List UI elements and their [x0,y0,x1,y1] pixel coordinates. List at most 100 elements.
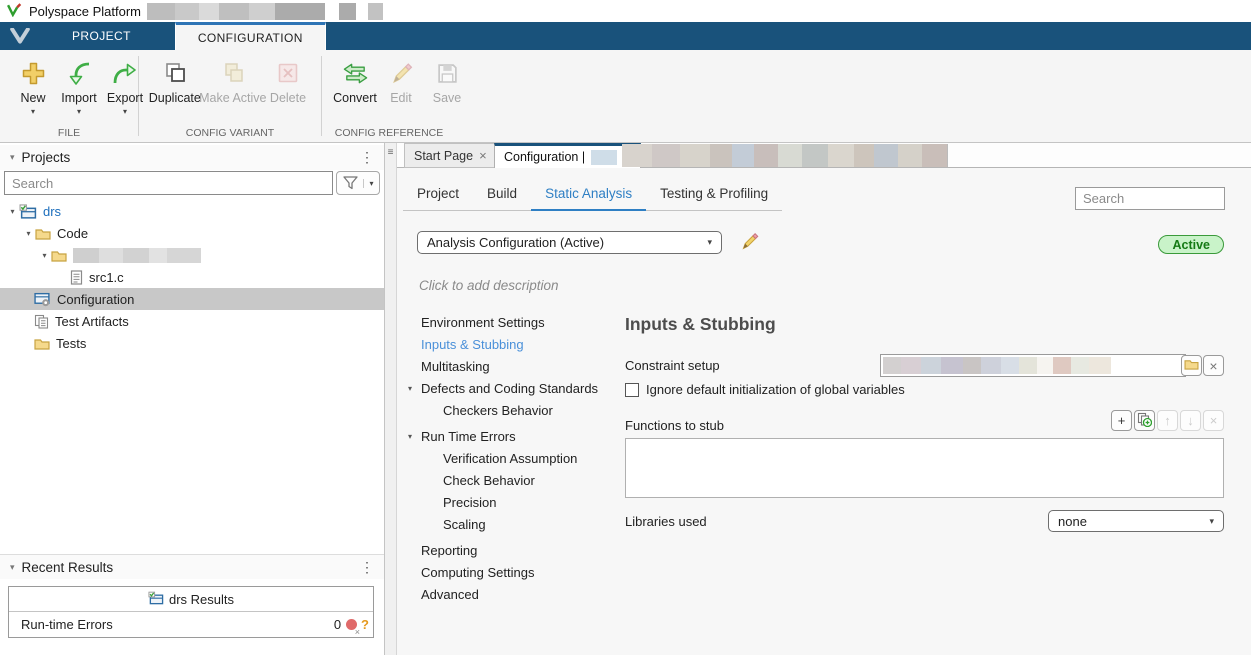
collapse-caret-icon[interactable]: ▾ [10,152,15,163]
libraries-used-label: Libraries used [625,514,707,529]
new-dropdown-caret-icon[interactable]: ▾ [31,108,35,116]
nav-defects-coding-standards[interactable]: ▾ Defects and Coding Standards [405,377,621,399]
edit-variant-pencil-icon[interactable] [740,232,759,254]
nav-checkers-behavior[interactable]: Checkers Behavior [405,399,621,421]
nav-run-time-errors[interactable]: ▾ Run Time Errors [405,425,621,447]
tree-node-src-file[interactable]: src1.c [0,266,384,288]
redacted-constraint-value [883,357,1111,374]
results-row-status: 0 ? [334,617,369,632]
save-button[interactable]: Save [424,56,470,105]
tab-testing-profiling[interactable]: Testing & Profiling [646,183,782,210]
ribbon-tab-project[interactable]: PROJECT [40,22,163,50]
nav-verification-assumption[interactable]: Verification Assumption [405,447,621,469]
nav-environment-settings[interactable]: Environment Settings [405,311,621,333]
move-down-button[interactable]: ↓ [1180,410,1201,431]
recent-results-menu-kebab-icon[interactable]: ⋮ [360,559,374,576]
chevron-down-icon: ▾ [1209,516,1214,527]
ribbon-toolbar: New ▾ Import ▾ [0,50,1251,143]
collapse-caret-icon[interactable]: ▾ [10,562,15,573]
tab-start-page[interactable]: Start Page × [404,143,497,168]
nav-precision[interactable]: Precision [405,491,621,513]
nav-reporting[interactable]: Reporting [405,539,621,561]
expand-caret-icon[interactable]: ▾ [6,207,19,216]
ribbon-tab-bar: PROJECT CONFIGURATION [0,22,1251,50]
tab-static-analysis[interactable]: Static Analysis [531,183,646,210]
configuration-search-input[interactable] [1075,187,1225,210]
constraint-setup-input[interactable] [880,354,1186,377]
nav-computing-settings[interactable]: Computing Settings [405,561,621,583]
expand-caret-icon[interactable]: ▾ [405,432,421,441]
settings-nav: Environment Settings Inputs & Stubbing M… [405,311,621,605]
edit-button[interactable]: Edit [378,56,424,105]
projects-search-row: ▾ [4,171,380,195]
ribbon-tab-configuration[interactable]: CONFIGURATION [175,22,326,50]
ignore-init-checkbox-row[interactable]: Ignore default initialization of global … [625,382,905,397]
panel-splitter[interactable]: ≡ [385,143,397,655]
expand-caret-icon[interactable]: ▾ [38,251,51,260]
tree-node-tests-folder[interactable]: Tests [0,332,384,354]
variant-select[interactable]: Analysis Configuration (Active) ▾ [417,231,722,254]
tree-node-code-folder[interactable]: ▾ Code [0,222,384,244]
tab-build[interactable]: Build [473,183,531,210]
expand-caret-icon[interactable]: ▾ [405,384,421,393]
clear-x-icon: × [1209,358,1217,374]
nav-check-behavior[interactable]: Check Behavior [405,469,621,491]
splitter-grip-icon[interactable]: ≡ [387,148,395,158]
results-table-header[interactable]: drs Results [9,587,373,612]
convert-arrows-icon [342,56,369,90]
tree-label-code: Code [57,226,88,241]
add-row-button[interactable]: + [1111,410,1132,431]
projects-search-input[interactable] [4,171,333,195]
tree-node-redacted-folder[interactable]: ▾ [0,244,384,266]
results-row-runtime-errors[interactable]: Run-time Errors 0 ? [9,612,373,637]
tree-node-test-artifacts[interactable]: Test Artifacts [0,310,384,332]
new-plus-icon [21,56,46,90]
results-table-header-label: drs Results [169,592,234,607]
delete-button[interactable]: Delete [265,56,311,105]
make-active-button[interactable]: Make Active [201,56,265,105]
remove-row-button[interactable]: × [1203,410,1224,431]
export-dropdown-caret-icon[interactable]: ▾ [123,108,127,116]
close-icon[interactable]: × [479,148,487,163]
expand-caret-icon[interactable]: ▾ [22,229,35,238]
nav-scaling[interactable]: Scaling [405,513,621,535]
duplicate-button[interactable]: Duplicate [149,56,201,105]
duplicate-icon [163,56,187,90]
project-icon [19,204,37,219]
tree-node-configuration[interactable]: Configuration [0,288,384,310]
tab-project[interactable]: Project [403,183,473,210]
folder-icon [35,227,51,240]
new-button[interactable]: New ▾ [10,56,56,116]
functions-to-stub-input[interactable] [625,438,1224,498]
title-bar: Polyspace Platform [0,0,1251,22]
configuration-icon [34,292,51,307]
projects-panel: ▾ Projects ⋮ ▾ ▾ [0,143,385,655]
add-document-plus-icon [1137,412,1152,430]
libraries-used-value: none [1058,514,1087,529]
tree-label-tests: Tests [56,336,86,351]
redacted-title-text [147,3,325,20]
redacted-title-block [368,3,383,20]
app-menu-logo-icon[interactable] [0,22,40,50]
nav-inputs-stubbing[interactable]: Inputs & Stubbing [405,333,621,355]
import-button[interactable]: Import ▾ [56,56,102,116]
add-from-list-button[interactable] [1134,410,1155,431]
import-dropdown-caret-icon[interactable]: ▾ [77,108,81,116]
libraries-used-select[interactable]: none ▾ [1048,510,1224,532]
tree-node-project[interactable]: ▾ drs [0,200,384,222]
clear-x-icon: × [1210,413,1218,428]
browse-folder-button[interactable] [1181,355,1202,376]
move-up-button[interactable]: ↑ [1157,410,1178,431]
tab-configuration[interactable]: Configuration | × [494,143,641,168]
clear-constraint-button[interactable]: × [1203,355,1224,376]
description-placeholder[interactable]: Click to add description [419,278,559,293]
filter-dropdown-caret-icon[interactable]: ▾ [363,179,379,188]
convert-button[interactable]: Convert [332,56,378,105]
tree-label-test-artifacts: Test Artifacts [55,314,129,329]
projects-menu-kebab-icon[interactable]: ⋮ [360,149,374,166]
nav-multitasking[interactable]: Multitasking [405,355,621,377]
filter-button[interactable]: ▾ [336,171,380,195]
nav-advanced[interactable]: Advanced [405,583,621,605]
polyspace-window: Polyspace Platform PROJECT CONFIGURATION… [0,0,1251,655]
checkbox-unchecked[interactable] [625,383,639,397]
